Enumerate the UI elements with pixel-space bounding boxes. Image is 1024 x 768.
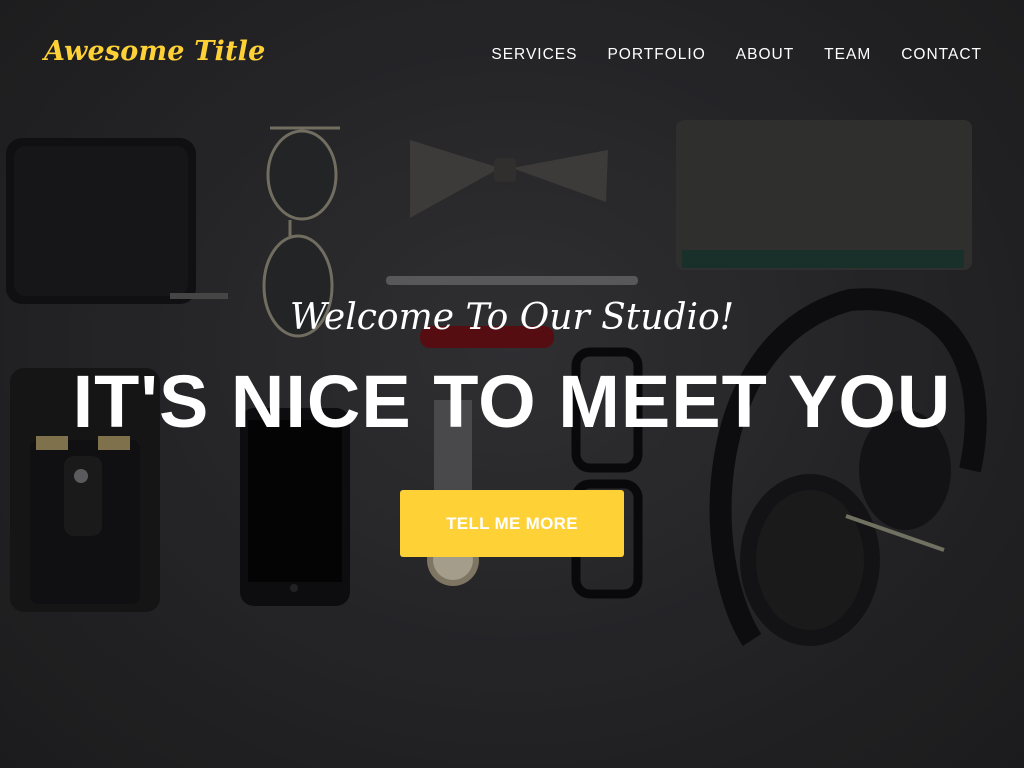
nav-item-services: SERVICES [491,46,577,64]
hero-section: Awesome Title SERVICES PORTFOLIO ABOUT T… [0,0,1024,768]
nav-item-team: TEAM [824,46,871,64]
nav-item-about: ABOUT [736,46,794,64]
tell-me-more-button[interactable]: TELL ME MORE [400,490,624,557]
brand-logo[interactable]: Awesome Title [44,36,266,67]
nav-item-portfolio: PORTFOLIO [607,46,705,64]
hero-subheading: Welcome To Our Studio! [289,297,735,338]
nav-link-contact[interactable]: CONTACT [901,46,982,63]
hero-heading: IT'S NICE TO MEET YOU [72,360,952,443]
nav-link-about[interactable]: ABOUT [736,46,794,63]
main-navigation: SERVICES PORTFOLIO ABOUT TEAM CONTACT [491,46,982,64]
nav-item-contact: CONTACT [901,46,982,64]
nav-link-services[interactable]: SERVICES [491,46,577,63]
nav-link-portfolio[interactable]: PORTFOLIO [607,46,705,63]
nav-link-team[interactable]: TEAM [824,46,871,63]
